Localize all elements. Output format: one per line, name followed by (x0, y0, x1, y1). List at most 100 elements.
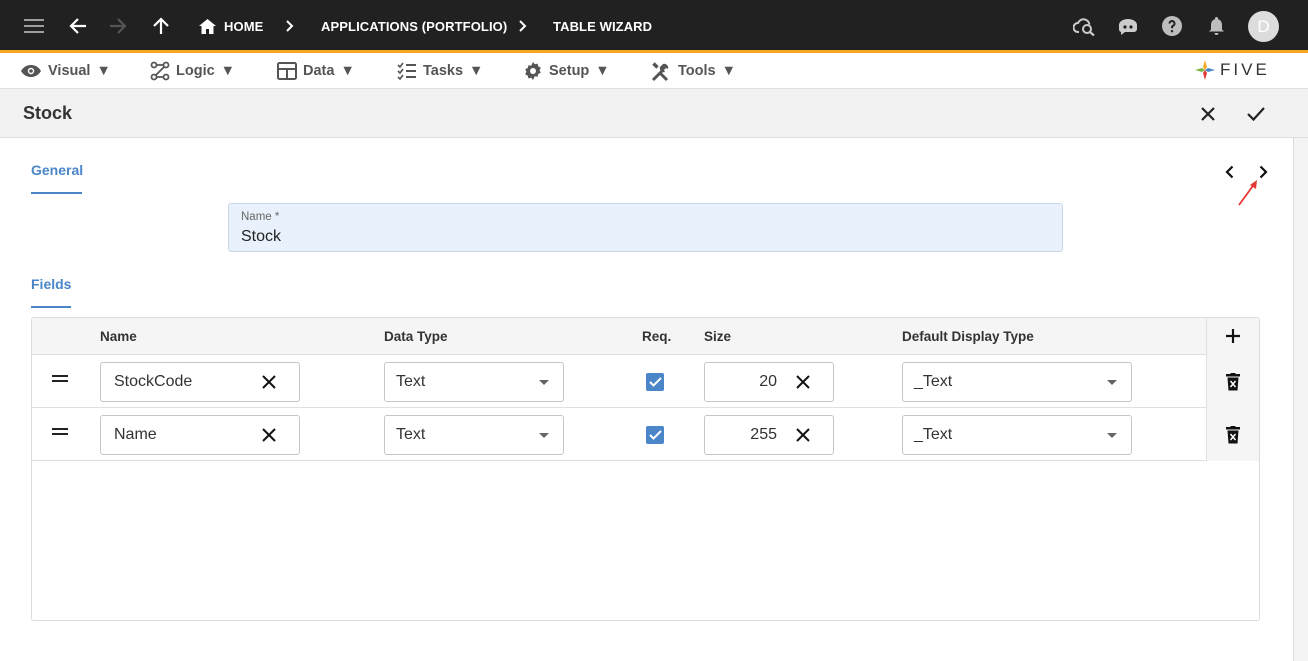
dropdown-caret-icon (1107, 380, 1117, 385)
caret-down-icon: ▼ (220, 63, 236, 79)
field-name-input[interactable]: Name (100, 415, 300, 455)
breadcrumb-home[interactable]: HOME (199, 0, 263, 52)
tab-fields-indicator (31, 306, 71, 308)
checklist-icon (397, 62, 416, 80)
display-type-value: _Text (914, 373, 953, 390)
data-type-select[interactable]: Text (384, 362, 564, 402)
display-type-select[interactable]: _Text (902, 415, 1132, 455)
display-type-value: _Text (914, 426, 953, 443)
chevron-left-icon (1224, 165, 1233, 179)
clear-icon[interactable] (794, 373, 812, 391)
field-name-input[interactable]: StockCode (100, 362, 300, 402)
display-type-select[interactable]: _Text (902, 362, 1132, 402)
menu-logic[interactable]: Logic ▼ (150, 53, 235, 89)
field-name-value: StockCode (114, 373, 193, 390)
menu-visual[interactable]: Visual ▼ (20, 53, 111, 89)
page-title: Stock (23, 103, 73, 123)
tab-general-indicator (31, 192, 82, 194)
back-arrow-icon[interactable] (66, 0, 90, 52)
data-type-value: Text (396, 426, 426, 443)
name-field[interactable]: Name * Stock (228, 203, 1063, 252)
top-app-bar: HOME APPLICATIONS (PORTFOLIO) TABLE WIZA… (0, 0, 1308, 53)
row-actions-column (1206, 318, 1259, 461)
trash-icon (1226, 426, 1240, 444)
column-header-default-display-type: Default Display Type (902, 329, 1034, 344)
drag-handle-icon[interactable] (52, 428, 70, 438)
clear-icon[interactable] (260, 373, 278, 391)
breadcrumb-applications[interactable]: APPLICATIONS (PORTFOLIO) (321, 0, 507, 52)
breadcrumb-home-label: HOME (224, 18, 264, 34)
tab-general[interactable]: General (31, 162, 83, 178)
checkmark-icon (648, 430, 662, 440)
dropdown-caret-icon (1107, 433, 1117, 438)
breadcrumb-applications-label: APPLICATIONS (PORTFOLIO) (321, 18, 508, 34)
cloud-search-icon[interactable] (1072, 0, 1098, 52)
user-avatar[interactable]: D (1248, 11, 1279, 42)
hamburger-menu-icon[interactable] (20, 0, 48, 52)
size-input[interactable]: 20 (704, 362, 834, 402)
required-checkbox[interactable] (646, 373, 664, 391)
vertical-scrollbar[interactable] (1293, 138, 1308, 661)
brand-text: FIVE (1220, 60, 1270, 79)
data-type-select[interactable]: Text (384, 415, 564, 455)
column-header-size: Size (704, 329, 732, 344)
trash-icon (1226, 373, 1240, 391)
menu-tools-label: Tools (678, 63, 716, 79)
menu-tasks[interactable]: Tasks ▼ (397, 53, 483, 89)
five-logo-icon (1195, 60, 1215, 80)
breadcrumb-table-wizard[interactable]: TABLE WIZARD (553, 0, 652, 52)
dropdown-caret-icon (539, 380, 549, 385)
column-header-required: Req. (642, 329, 672, 344)
checkmark-icon (648, 377, 662, 387)
table-row: Name Text 255 _Text (32, 408, 1259, 461)
required-checkbox[interactable] (646, 426, 664, 444)
caret-down-icon: ▼ (96, 63, 111, 79)
chevron-right-icon (283, 0, 297, 52)
chat-bot-icon[interactable] (1115, 0, 1141, 52)
up-arrow-icon[interactable] (150, 0, 172, 52)
tools-icon (651, 61, 669, 81)
logic-flow-icon (150, 61, 170, 81)
drag-handle-icon[interactable] (52, 375, 70, 385)
chevron-right-icon (1259, 165, 1268, 179)
menu-visual-label: Visual (48, 63, 91, 79)
clear-icon[interactable] (260, 426, 278, 444)
save-confirm-button[interactable] (1241, 99, 1271, 129)
cancel-close-button[interactable] (1193, 99, 1223, 129)
menu-data[interactable]: Data ▼ (277, 53, 355, 89)
tab-fields[interactable]: Fields (31, 276, 71, 292)
caret-down-icon: ▼ (469, 63, 484, 79)
size-value: 255 (750, 426, 777, 443)
delete-row-button[interactable] (1221, 423, 1245, 447)
avatar-initial: D (1257, 16, 1270, 36)
caret-down-icon: ▼ (721, 63, 736, 79)
delete-row-button[interactable] (1221, 370, 1245, 394)
close-icon (1201, 107, 1215, 121)
menu-setup-label: Setup (549, 63, 590, 79)
forward-arrow-icon[interactable] (106, 0, 130, 52)
annotation-arrow-icon (1238, 180, 1257, 206)
breadcrumb-table-wizard-label: TABLE WIZARD (553, 18, 653, 34)
home-icon (199, 18, 216, 34)
clear-icon[interactable] (794, 426, 812, 444)
size-value: 20 (759, 373, 777, 390)
name-field-label: Name * (241, 211, 280, 223)
caret-down-icon: ▼ (595, 63, 610, 79)
main-menu-bar: Visual ▼ Logic ▼ Data ▼ Tasks ▼ Setup ▼ Tools… (0, 53, 1308, 89)
menu-tools[interactable]: Tools ▼ (651, 53, 736, 89)
menu-tasks-label: Tasks (423, 63, 464, 79)
help-icon[interactable] (1161, 0, 1183, 52)
data-type-value: Text (396, 373, 426, 390)
table-grid-icon (277, 62, 297, 80)
add-field-button[interactable] (1221, 324, 1245, 348)
dropdown-caret-icon (539, 433, 549, 438)
field-name-value: Name (114, 426, 157, 443)
menu-data-label: Data (303, 63, 335, 79)
column-header-name: Name (100, 329, 137, 344)
fields-grid: Name Data Type Req. Size Default Display… (31, 317, 1260, 621)
notifications-bell-icon[interactable] (1206, 0, 1226, 52)
form-title-bar: Stock (0, 89, 1308, 138)
menu-setup[interactable]: Setup ▼ (523, 53, 610, 89)
size-input[interactable]: 255 (704, 415, 834, 455)
column-header-data-type: Data Type (384, 329, 448, 344)
